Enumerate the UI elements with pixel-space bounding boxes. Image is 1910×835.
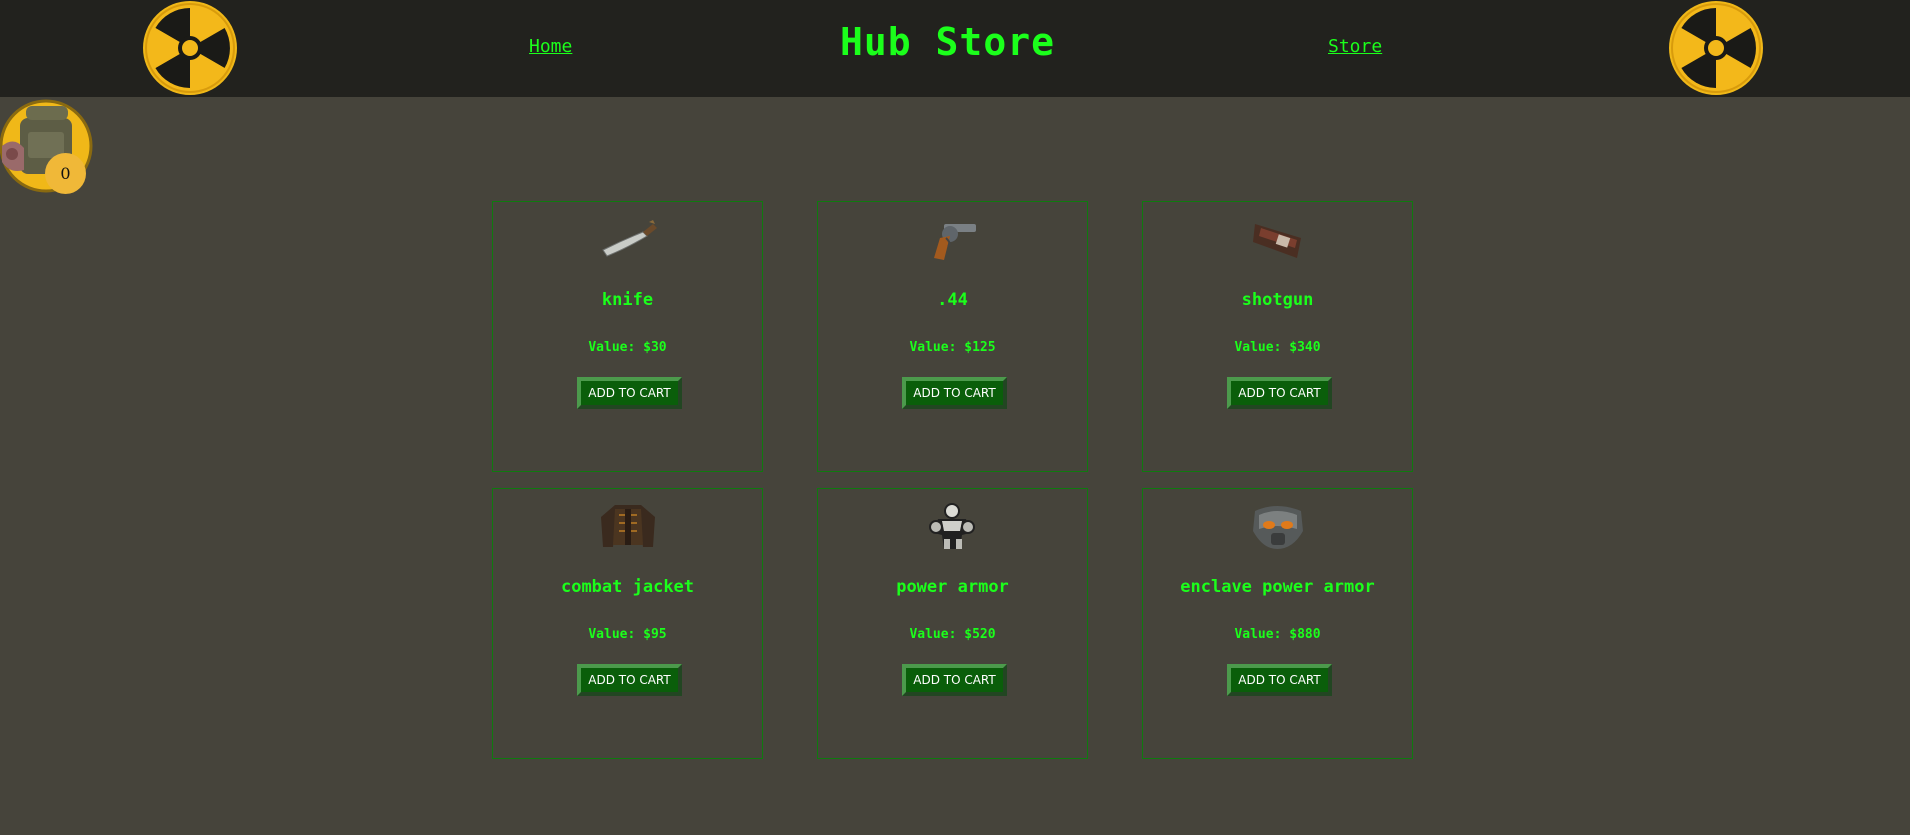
product-name: combat jacket	[560, 577, 695, 597]
shotgun-icon	[1253, 224, 1301, 258]
page-title: Hub Store	[840, 20, 1055, 64]
product-name: enclave power armor	[1180, 577, 1375, 597]
add-to-cart-button[interactable]: ADD TO CART	[577, 377, 682, 409]
add-to-cart-button[interactable]: ADD TO CART	[902, 377, 1007, 409]
revolver-icon	[934, 224, 976, 260]
product-card: enclave power armor Value: $880 ADD TO C…	[1142, 488, 1413, 759]
add-to-cart-button[interactable]: ADD TO CART	[902, 664, 1007, 696]
add-to-cart-button[interactable]: ADD TO CART	[1227, 377, 1332, 409]
product-name: shotgun	[1241, 290, 1314, 310]
combat-jacket-icon	[601, 505, 655, 547]
cart-button[interactable]: 0	[0, 98, 96, 194]
product-name: power armor	[896, 577, 1009, 597]
product-card: shotgun Value: $340 ADD TO CART	[1142, 201, 1413, 472]
site-header: Home Hub Store Store	[0, 0, 1910, 97]
product-value: Value: $30	[588, 340, 667, 355]
add-to-cart-button[interactable]: ADD TO CART	[577, 664, 682, 696]
radiation-logo-icon	[1669, 1, 1763, 95]
product-card: .44 Value: $125 ADD TO CART	[817, 201, 1088, 472]
product-value: Value: $880	[1234, 627, 1321, 642]
nav-store-link[interactable]: Store	[1328, 36, 1382, 57]
enclave-helmet-icon	[1253, 506, 1303, 549]
product-name: knife	[601, 290, 654, 310]
knife-icon	[602, 220, 657, 257]
add-to-cart-button[interactable]: ADD TO CART	[1227, 664, 1332, 696]
cart-count-badge: 0	[45, 153, 86, 194]
product-value: Value: $125	[909, 340, 996, 355]
power-armor-icon	[929, 503, 975, 549]
product-value: Value: $95	[588, 627, 667, 642]
product-name: .44	[937, 290, 968, 310]
product-value: Value: $520	[909, 627, 996, 642]
product-card: knife Value: $30 ADD TO CART	[492, 201, 763, 472]
product-value: Value: $340	[1234, 340, 1321, 355]
product-card: power armor Value: $520 ADD TO CART	[817, 488, 1088, 759]
product-card: combat jacket Value: $95 ADD TO CART	[492, 488, 763, 759]
